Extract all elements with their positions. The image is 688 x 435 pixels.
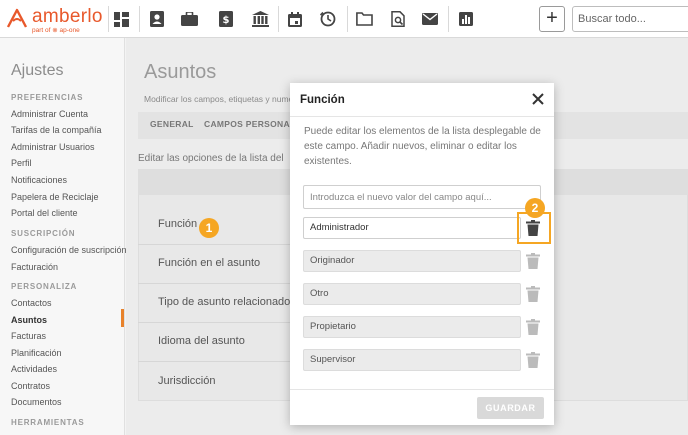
sidebar-item-facturacion[interactable]: Facturación xyxy=(11,262,58,272)
toolbar-divider xyxy=(448,6,449,32)
sidebar-heading-herramientas: HERRAMIENTAS xyxy=(11,418,85,427)
sidebar-item-facturas[interactable]: Facturas xyxy=(11,331,46,341)
global-search-input[interactable] xyxy=(572,6,688,32)
sidebar-item-contactos[interactable]: Contactos xyxy=(11,298,52,308)
value-field-administrador[interactable]: Administrador xyxy=(303,217,521,239)
toolbar-divider xyxy=(347,6,348,32)
svg-text:$: $ xyxy=(223,15,230,26)
sidebar-item-contratos[interactable]: Contratos xyxy=(11,381,50,391)
modal-description: Puede editar los elementos de la lista d… xyxy=(304,126,541,167)
sidebar-item-administrar-cuenta[interactable]: Administrar Cuenta xyxy=(11,109,88,119)
sidebar-item-papelera[interactable]: Papelera de Reciclaje xyxy=(11,192,99,202)
step-badge-2: 2 xyxy=(525,198,545,218)
billing-icon[interactable]: $ xyxy=(216,9,236,29)
sidebar-item-portal-cliente[interactable]: Portal del cliente xyxy=(11,208,78,218)
close-icon[interactable] xyxy=(530,91,546,107)
list-divider xyxy=(138,244,290,245)
logo-subtitle: part of ⊗ ap-one xyxy=(32,27,80,34)
top-bar: amberlo part of ⊗ ap-one $ + xyxy=(0,0,688,38)
value-field-otro[interactable]: Otro xyxy=(303,283,521,305)
sidebar-heading-preferencias: PREFERENCIAS xyxy=(11,93,84,102)
sidebar-active-indicator xyxy=(121,309,124,327)
list-item-funcion-asunto[interactable]: Función en el asunto xyxy=(158,257,260,269)
folder-icon[interactable] xyxy=(354,9,374,29)
mail-icon[interactable] xyxy=(420,9,440,29)
reports-icon[interactable] xyxy=(456,9,476,29)
page-title: Asuntos xyxy=(144,61,217,83)
bank-icon[interactable] xyxy=(250,9,270,29)
sidebar-item-actividades[interactable]: Actividades xyxy=(11,364,57,374)
logo-wordmark: amberlo xyxy=(32,6,103,27)
list-divider xyxy=(138,361,290,362)
tab-general[interactable]: GENERAL xyxy=(150,119,194,129)
sidebar-item-configuracion-suscripcion[interactable]: Configuración de suscripción xyxy=(11,245,127,255)
trash-icon[interactable] xyxy=(526,253,540,269)
briefcase-icon[interactable] xyxy=(179,9,199,29)
sidebar-item-perfil[interactable]: Perfil xyxy=(11,158,32,168)
save-button[interactable]: GUARDAR xyxy=(477,397,544,419)
list-divider xyxy=(138,283,290,284)
toolbar-divider xyxy=(278,6,279,32)
amberlo-logo[interactable]: amberlo part of ⊗ ap-one xyxy=(6,5,116,35)
value-field-supervisor[interactable]: Supervisor xyxy=(303,349,521,371)
sidebar-item-administrar-usuarios[interactable]: Administrar Usuarios xyxy=(11,142,95,152)
modal-footer-divider xyxy=(290,389,554,390)
sidebar-item-planificacion[interactable]: Planificación xyxy=(11,348,62,358)
modal-header: Función xyxy=(290,83,554,117)
list-item-tipo-asunto[interactable]: Tipo de asunto relacionado xyxy=(158,296,290,308)
logo-mark-icon xyxy=(6,8,28,28)
step-badge-1: 1 xyxy=(199,218,219,238)
calendar-icon[interactable] xyxy=(285,9,305,29)
sidebar-item-documentos[interactable]: Documentos xyxy=(11,397,62,407)
list-item-idioma-asunto[interactable]: Idioma del asunto xyxy=(158,335,245,347)
sidebar-item-asuntos[interactable]: Asuntos xyxy=(11,315,47,325)
new-value-input[interactable] xyxy=(303,185,541,209)
toolbar-divider xyxy=(139,6,140,32)
sidebar-item-notificaciones[interactable]: Notificaciones xyxy=(11,175,67,185)
sidebar-heading-personaliza: PERSONALIZA xyxy=(11,282,78,291)
document-search-icon[interactable] xyxy=(388,9,408,29)
sidebar-item-tarifas[interactable]: Tarifas de la compañía xyxy=(11,125,102,135)
trash-icon[interactable] xyxy=(526,319,540,335)
list-divider xyxy=(138,322,290,323)
timer-icon[interactable] xyxy=(318,9,338,29)
dashboard-icon[interactable] xyxy=(111,9,131,29)
funcion-modal: Función Puede editar los elementos de la… xyxy=(290,83,554,425)
trash-icon[interactable] xyxy=(526,286,540,302)
modal-title: Función xyxy=(300,94,345,106)
settings-title: Ajustes xyxy=(11,62,64,79)
edit-options-text: Editar las opciones de la lista del xyxy=(138,153,284,164)
tab-campos-personalizados[interactable]: CAMPOS PERSONALI xyxy=(204,119,298,129)
contacts-icon[interactable] xyxy=(147,9,167,29)
sidebar-heading-suscripcion: SUSCRIPCIÓN xyxy=(11,229,76,238)
trash-icon[interactable] xyxy=(526,352,540,368)
toolbar-divider xyxy=(108,6,109,32)
page-subtitle: Modificar los campos, etiquetas y numer xyxy=(144,94,297,104)
list-item-funcion[interactable]: Función xyxy=(158,218,197,230)
add-new-button[interactable]: + xyxy=(539,6,565,32)
list-item-jurisdiccion[interactable]: Jurisdicción xyxy=(158,375,215,387)
value-field-originador[interactable]: Originador xyxy=(303,250,521,272)
value-field-propietario[interactable]: Propietario xyxy=(303,316,521,338)
